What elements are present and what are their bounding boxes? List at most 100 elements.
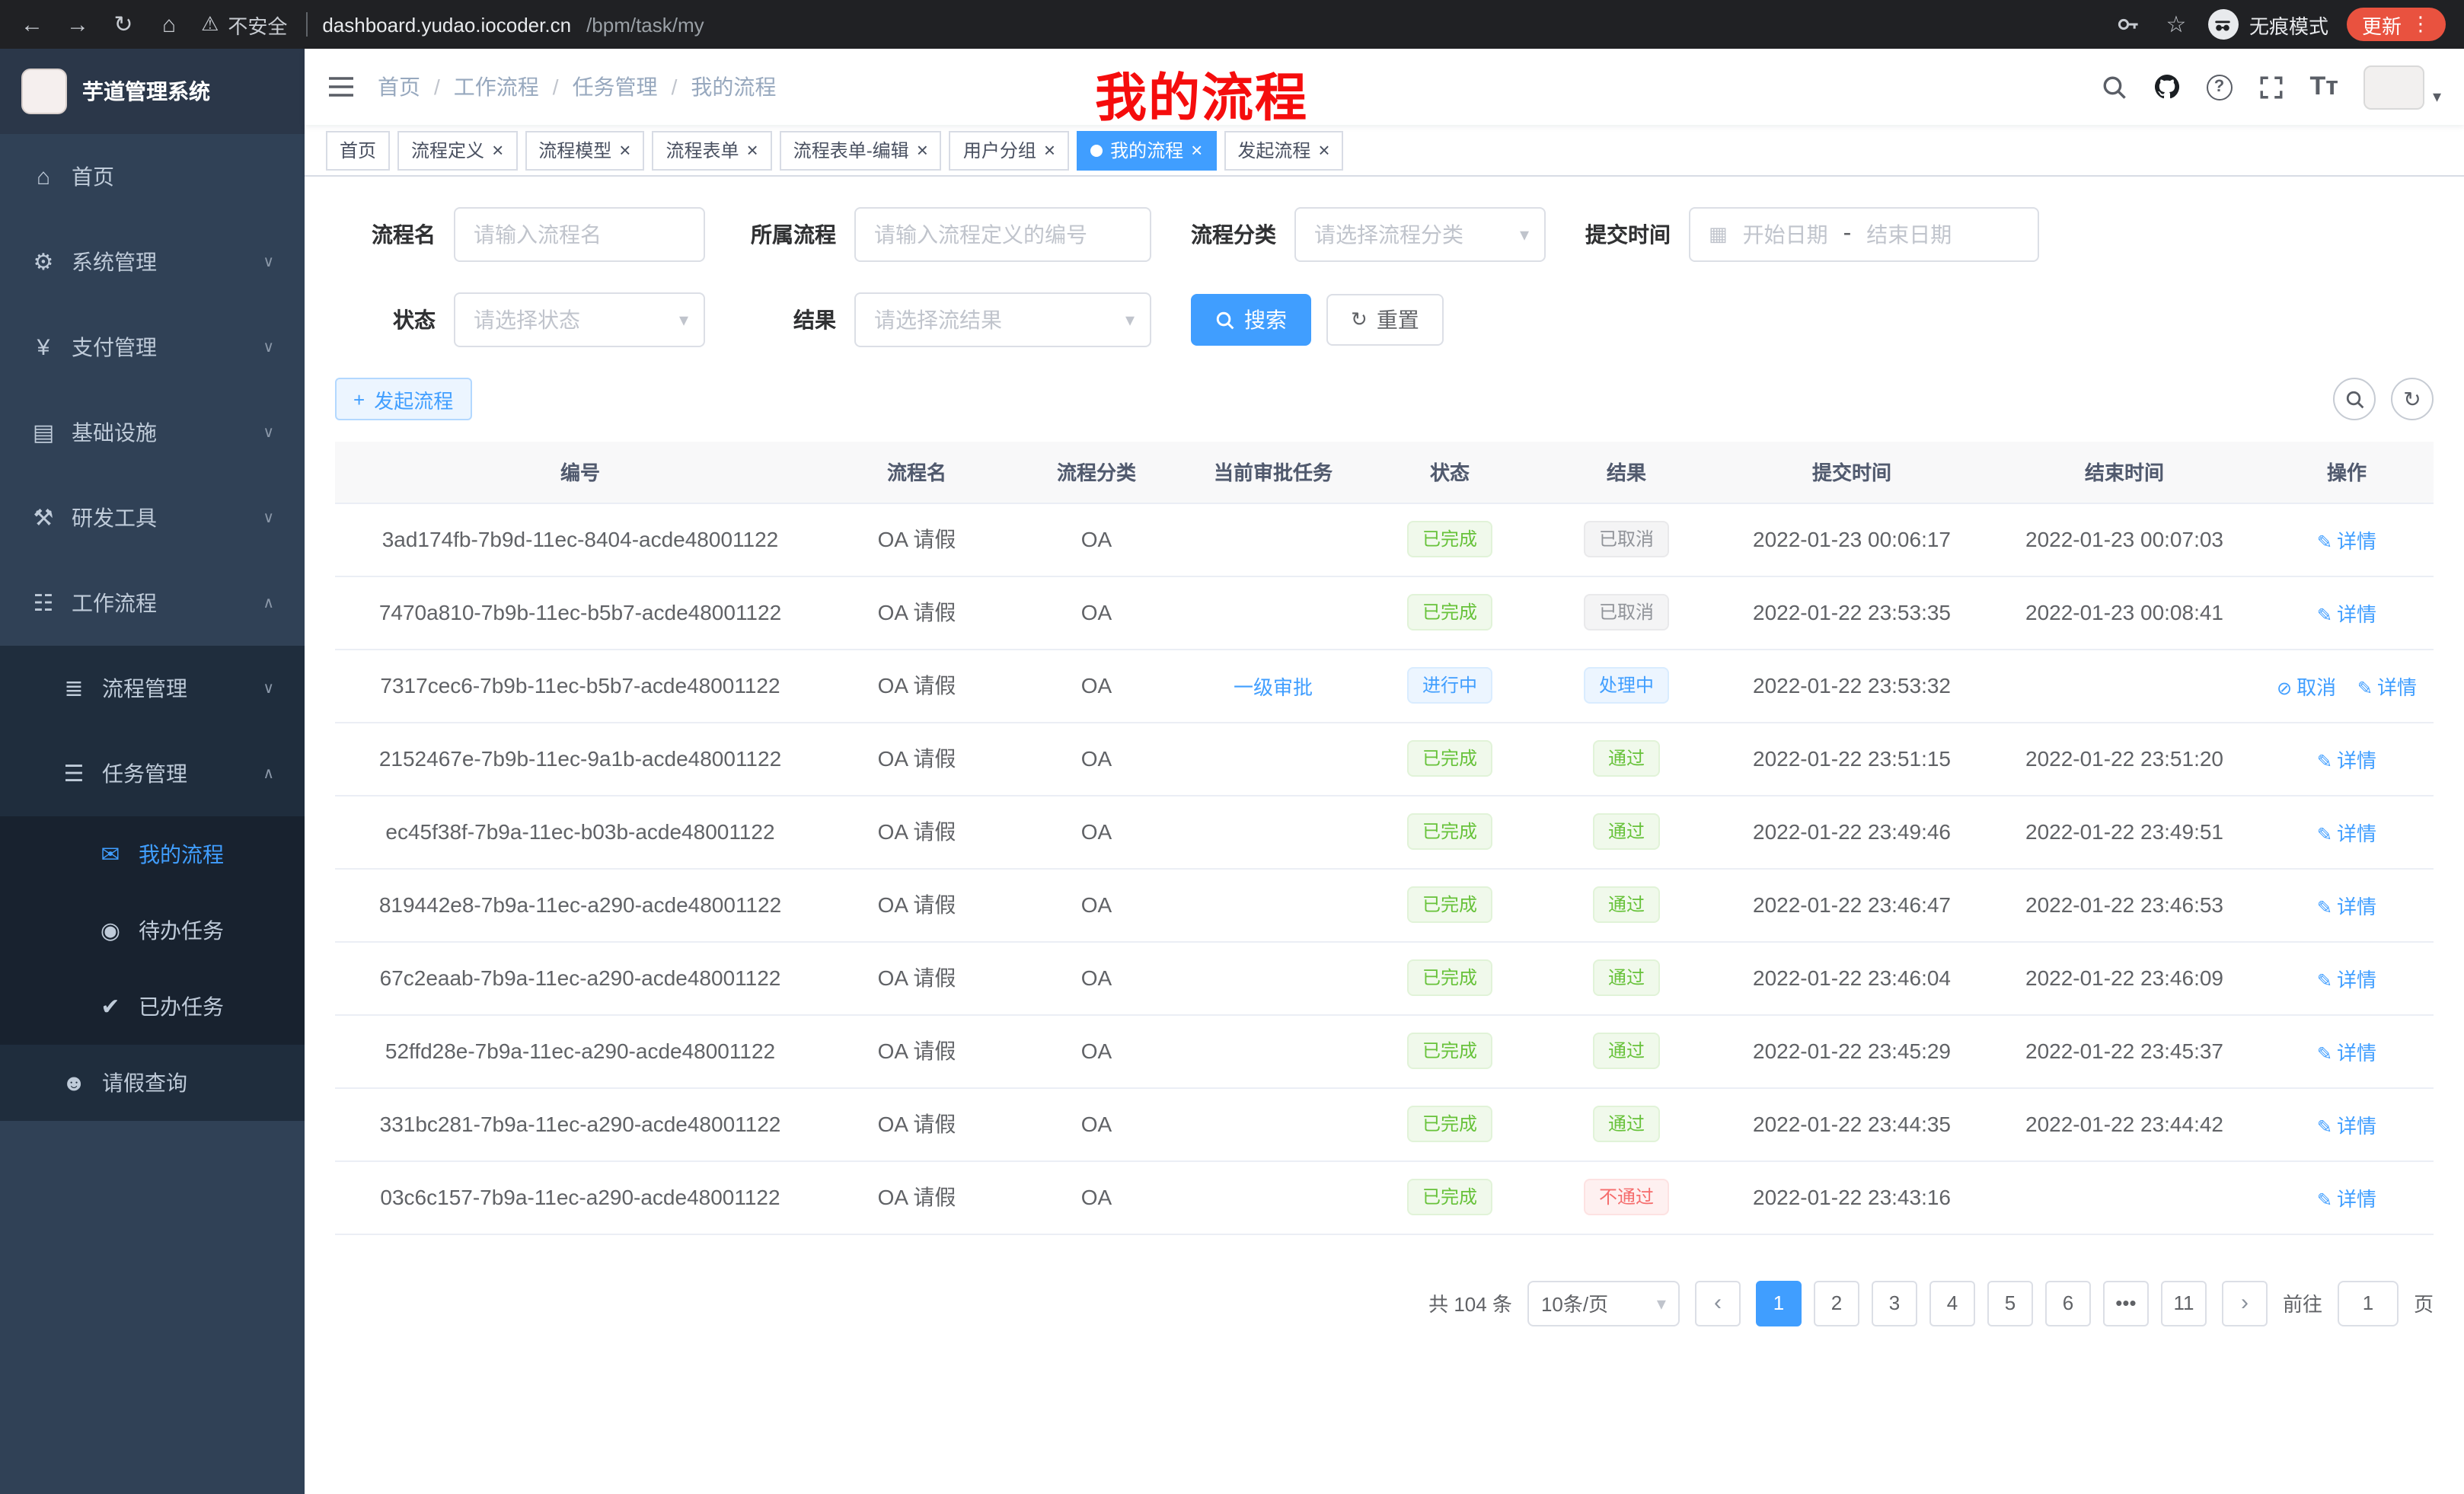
- process-definition-input[interactable]: [854, 207, 1151, 262]
- active-dot-icon: [1090, 144, 1103, 156]
- sidebar-item[interactable]: ≣ 流程管理 ∨: [0, 646, 305, 731]
- incognito-label: 无痕模式: [2249, 10, 2328, 39]
- table-row: 52ffd28e-7b9a-11ec-a290-acde48001122 OA …: [335, 1014, 2434, 1087]
- update-button[interactable]: 更新 ⋮: [2347, 8, 2446, 41]
- tab[interactable]: 我的流程 ×: [1077, 130, 1216, 170]
- sidebar-item[interactable]: ⌂ 首页: [0, 134, 305, 219]
- close-icon[interactable]: ×: [917, 140, 928, 160]
- toggle-search-button[interactable]: [2333, 378, 2376, 420]
- sidebar-item[interactable]: ⚒ 研发工具 ∨: [0, 475, 305, 560]
- detail-link[interactable]: ✎详情: [2317, 529, 2376, 552]
- sidebar-item[interactable]: ✉ 我的流程: [0, 816, 305, 892]
- back-icon[interactable]: ←: [18, 11, 46, 37]
- page-button[interactable]: 6: [2045, 1280, 2091, 1326]
- hamburger-icon[interactable]: [327, 75, 355, 99]
- reload-icon[interactable]: ↻: [110, 11, 137, 38]
- status-badge: 已完成: [1407, 1033, 1492, 1069]
- sidebar-item[interactable]: ☷ 工作流程 ∧: [0, 560, 305, 646]
- home-icon[interactable]: ⌂: [155, 11, 183, 37]
- result-select[interactable]: 请选择流结果 ▾: [854, 292, 1151, 347]
- reset-button[interactable]: ↻ 重置: [1326, 294, 1444, 346]
- sidebar-item[interactable]: ✔ 已办任务: [0, 969, 305, 1045]
- cell-submit-time: 2022-01-22 23:46:47: [1715, 868, 1989, 941]
- page-button[interactable]: 4: [1929, 1280, 1975, 1326]
- cell-end-time: 2022-01-22 23:46:09: [1989, 941, 2260, 1014]
- tab[interactable]: 发起流程 ×: [1224, 130, 1343, 170]
- fullscreen-icon[interactable]: [2258, 74, 2284, 100]
- sidebar-item-leave-query[interactable]: ☻ 请假查询: [0, 1045, 305, 1121]
- page-button[interactable]: 11: [2161, 1280, 2207, 1326]
- close-icon[interactable]: ×: [1318, 140, 1329, 160]
- font-size-icon[interactable]: Tᴛ: [2310, 72, 2338, 102]
- sidebar-item[interactable]: ⚙ 系统管理 ∨: [0, 219, 305, 305]
- detail-link[interactable]: ✎详情: [2357, 675, 2417, 698]
- breadcrumb-item[interactable]: 我的流程: [691, 72, 776, 102]
- sidebar-item[interactable]: ▤ 基础设施 ∨: [0, 390, 305, 475]
- forward-icon[interactable]: →: [64, 11, 91, 37]
- table-header-row: 编号 流程名 流程分类 当前审批任务 状态 结果: [335, 442, 2434, 503]
- detail-link[interactable]: ✎详情: [2317, 822, 2376, 844]
- process-name-input[interactable]: [454, 207, 705, 262]
- page-button[interactable]: •••: [2103, 1280, 2149, 1326]
- cell-result: 通过: [1538, 941, 1715, 1014]
- security-chip[interactable]: ⚠ 不安全: [201, 10, 287, 39]
- cell-actions: ✎详情: [2260, 1160, 2434, 1234]
- search-icon[interactable]: [2102, 74, 2127, 100]
- status-select[interactable]: 请选择状态 ▾: [454, 292, 705, 347]
- github-icon[interactable]: [2153, 73, 2181, 101]
- next-page-button[interactable]: ›: [2222, 1280, 2268, 1326]
- page-size-select[interactable]: 10条/页 ▾: [1527, 1280, 1680, 1326]
- sidebar-item[interactable]: ¥ 支付管理 ∨: [0, 305, 305, 390]
- tab[interactable]: 流程定义 ×: [397, 130, 517, 170]
- close-icon[interactable]: ×: [492, 140, 503, 160]
- page-button[interactable]: 5: [1987, 1280, 2033, 1326]
- detail-link[interactable]: ✎详情: [2317, 749, 2376, 771]
- submit-time-range-picker[interactable]: ▦ 开始日期 - 结束日期: [1689, 207, 2039, 262]
- detail-link[interactable]: ✎详情: [2317, 968, 2376, 991]
- close-icon[interactable]: ×: [747, 140, 758, 160]
- tab[interactable]: 首页: [326, 130, 390, 170]
- address-bar[interactable]: dashboard.yudao.iocoder.cn/bpm/task/my: [305, 12, 2099, 37]
- user-menu[interactable]: ▾: [2364, 65, 2441, 109]
- cell-current-task: [1185, 1160, 1361, 1234]
- detail-link[interactable]: ✎详情: [2317, 1041, 2376, 1064]
- cell-process-name: OA 请假: [825, 795, 1008, 868]
- page-content: 流程名 所属流程 流程分类 请选择流程分类 ▾: [305, 177, 2464, 1494]
- goto-page-input[interactable]: [2338, 1280, 2399, 1326]
- breadcrumb-item[interactable]: 首页: [378, 72, 420, 102]
- cell-current-task: [1185, 941, 1361, 1014]
- task-link[interactable]: 一级审批: [1234, 675, 1313, 698]
- menu-icon: ≣: [61, 675, 87, 702]
- detail-link[interactable]: ✎详情: [2317, 1187, 2376, 1210]
- detail-link[interactable]: ✎详情: [2317, 602, 2376, 625]
- page-button[interactable]: 2: [1814, 1280, 1859, 1326]
- detail-link[interactable]: ✎详情: [2317, 895, 2376, 918]
- category-select[interactable]: 请选择流程分类 ▾: [1294, 207, 1546, 262]
- close-icon[interactable]: ×: [1044, 140, 1055, 160]
- close-icon[interactable]: ×: [619, 140, 630, 160]
- breadcrumb-item[interactable]: 工作流程: [454, 72, 539, 102]
- detail-link[interactable]: ✎详情: [2317, 1114, 2376, 1137]
- tab[interactable]: 流程表单 ×: [652, 130, 771, 170]
- tab[interactable]: 流程表单-编辑 ×: [780, 130, 942, 170]
- page-button[interactable]: 1: [1756, 1280, 1802, 1326]
- cell-actions: ✎详情: [2260, 503, 2434, 576]
- sidebar-item[interactable]: ◉ 待办任务: [0, 892, 305, 969]
- search-button[interactable]: 搜索: [1191, 294, 1311, 346]
- page-button[interactable]: 3: [1872, 1280, 1917, 1326]
- tab[interactable]: 用户分组 ×: [950, 130, 1069, 170]
- key-icon[interactable]: [2117, 12, 2144, 37]
- cell-process-name: OA 请假: [825, 576, 1008, 649]
- cancel-link[interactable]: ⊘取消: [2277, 675, 2336, 698]
- breadcrumb-item[interactable]: 任务管理: [573, 72, 658, 102]
- sidebar-item[interactable]: ☰ 任务管理 ∧: [0, 731, 305, 816]
- refresh-table-button[interactable]: ↻: [2391, 378, 2434, 420]
- prev-page-button[interactable]: ‹: [1695, 1280, 1741, 1326]
- help-icon[interactable]: ?: [2207, 74, 2233, 100]
- bookmark-star-icon[interactable]: ☆: [2162, 11, 2190, 38]
- cell-status: 已完成: [1361, 722, 1538, 795]
- close-icon[interactable]: ×: [1191, 140, 1202, 160]
- tab[interactable]: 流程模型 ×: [525, 130, 644, 170]
- create-process-button[interactable]: + 发起流程: [335, 378, 471, 420]
- sidebar-item-label: 工作流程: [72, 588, 157, 618]
